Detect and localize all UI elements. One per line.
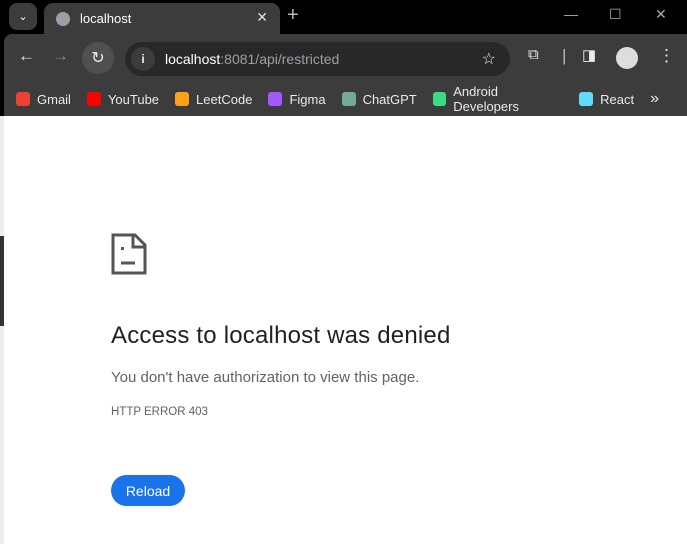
bookmark-icon: [579, 92, 594, 106]
bookmark-leetcode[interactable]: LeetCode: [175, 92, 252, 107]
maximize-button[interactable]: ☐: [609, 6, 622, 23]
page-title: Access to localhost was denied: [111, 322, 451, 349]
menu-icon[interactable]: ⋮: [658, 46, 675, 66]
bookmark-label: LeetCode: [196, 91, 253, 107]
close-window-button[interactable]: ✕: [655, 6, 667, 23]
side-panel-icon[interactable]: ◨: [582, 46, 596, 64]
error-code: HTTP ERROR 403: [111, 406, 208, 418]
bookmark-star-icon[interactable]: ☆: [482, 49, 496, 69]
sad-page-icon: [111, 233, 147, 275]
bookmark-icon: [175, 92, 190, 106]
tab-search-button[interactable]: ⌄: [9, 3, 37, 30]
url-host: localhost: [165, 51, 221, 67]
reload-icon[interactable]: ↻: [82, 42, 114, 74]
bookmark-icon: [86, 92, 101, 106]
bookmark-icon: [432, 92, 447, 106]
bookmarks-bar: Gmail YouTube LeetCode Figma ChatGPT Android …: [4, 82, 687, 116]
tab-localhost[interactable]: localhost ✕: [44, 3, 280, 34]
bookmark-icon: [341, 92, 356, 106]
avatar[interactable]: [616, 47, 638, 69]
bookmark-label: YouTube: [107, 91, 160, 107]
url-path: :8081/api/restricted: [220, 51, 340, 67]
back-icon[interactable]: ←: [18, 46, 35, 66]
tab-title: localhost: [80, 11, 132, 26]
bookmark-icon: [268, 92, 283, 106]
toolbar: ← → ↻ i localhost:8081/api/restricted ☆ …: [4, 34, 687, 82]
bookmark-gmail[interactable]: Gmail: [16, 92, 71, 107]
minimize-button[interactable]: —: [564, 6, 578, 22]
new-tab-button[interactable]: +: [287, 4, 299, 27]
bookmark-icon: [16, 92, 30, 106]
bookmark-react[interactable]: React: [579, 92, 634, 107]
close-tab-icon[interactable]: ✕: [256, 9, 268, 26]
address-bar[interactable]: i localhost:8081/api/restricted ☆: [125, 42, 510, 76]
divider: |: [562, 46, 567, 65]
site-info-icon[interactable]: i: [131, 47, 155, 71]
tab-bar: ⌄ localhost ✕ + — ☐ ✕: [4, 0, 687, 34]
bookmark-youtube[interactable]: YouTube: [86, 91, 160, 107]
bookmark-chatgpt[interactable]: ChatGPT: [341, 91, 417, 107]
bookmark-label: Figma: [289, 91, 326, 107]
more-bookmarks-icon[interactable]: »: [650, 90, 659, 108]
error-page: Access to localhost was denied You don't…: [4, 116, 687, 544]
bookmark-label: Android Developers: [453, 84, 519, 114]
forward-icon[interactable]: →: [52, 46, 69, 66]
extensions-icon[interactable]: ⧉: [528, 46, 539, 63]
browser-window: ⌄ localhost ✕ + — ☐ ✕ ← → ↻ i localhost:…: [4, 0, 687, 544]
reload-button[interactable]: Reload: [111, 475, 185, 506]
error-description: You don't have authorization to view thi…: [111, 369, 420, 386]
bookmark-label: ChatGPT: [362, 91, 417, 107]
bookmark-android-developers[interactable]: Android Developers: [432, 84, 563, 114]
bookmark-label: React: [600, 91, 635, 107]
bookmark-label: Gmail: [37, 91, 71, 107]
globe-icon: [56, 11, 70, 26]
bookmark-figma[interactable]: Figma: [268, 91, 326, 107]
